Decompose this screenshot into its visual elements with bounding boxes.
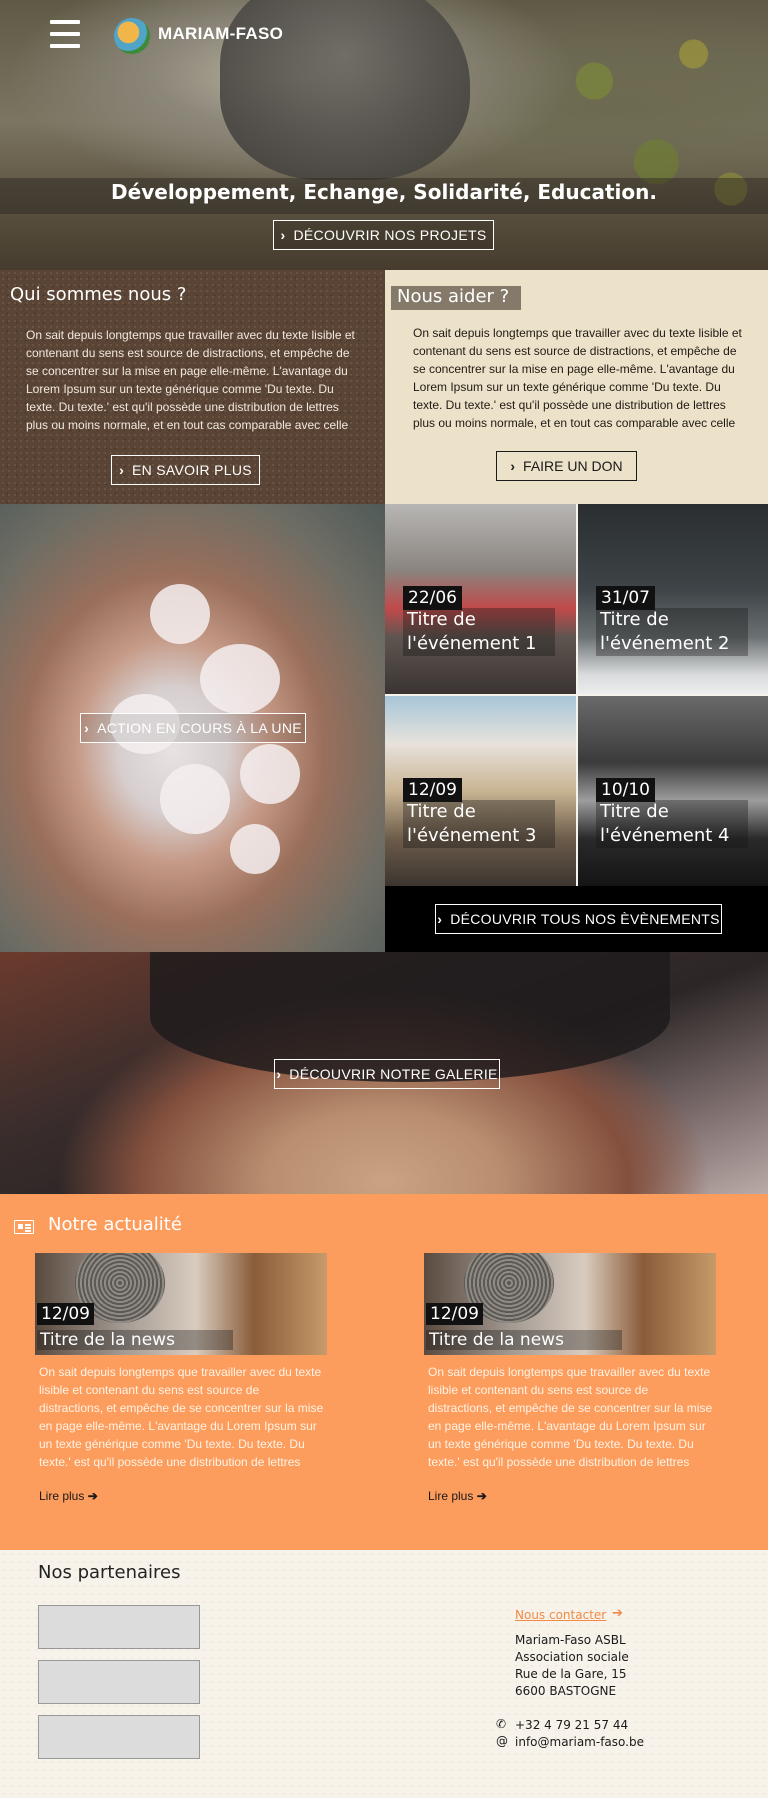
hero-image-leaves: [520, 0, 768, 270]
event-date: 12/09: [403, 778, 462, 802]
newspaper-icon: [14, 1220, 34, 1234]
chevron-right-icon: ›: [84, 720, 90, 736]
event-date: 10/10: [596, 778, 655, 802]
phone-icon: ✆: [496, 1717, 507, 1731]
event-date: 31/07: [596, 586, 655, 610]
event-card-2[interactable]: 31/07 Titre de l'événement 2: [578, 504, 768, 694]
read-more-link[interactable]: Lire plus ➔: [39, 1489, 98, 1503]
help-title: Nous aider ?: [397, 286, 510, 307]
news-title: Notre actualité: [48, 1214, 182, 1235]
who-are-we-section: Qui sommes nous ? On sait depuis longtem…: [0, 270, 385, 504]
chevron-right-icon: ›: [276, 1066, 282, 1082]
address-line: Mariam-Faso ASBL: [515, 1633, 626, 1647]
hamburger-icon[interactable]: [50, 20, 80, 52]
discover-projects-button[interactable]: › DÉCOUVRIR NOS PROJETS: [273, 220, 494, 250]
arrow-right-icon[interactable]: ➔: [612, 1606, 623, 1621]
event-title: Titre de l'événement 3: [403, 800, 555, 848]
news-date: 12/09: [426, 1303, 483, 1325]
address-line: Rue de la Gare, 15: [515, 1667, 627, 1681]
help-us-section: Nous aider ? On sait depuis longtemps qu…: [385, 270, 768, 504]
gallery-banner[interactable]: › DÉCOUVRIR NOTRE GALERIE: [0, 952, 768, 1194]
partner-logo[interactable]: [38, 1660, 200, 1704]
event-title: Titre de l'événement 4: [596, 800, 748, 848]
chevron-right-icon: ›: [510, 458, 516, 474]
partners-title: Nos partenaires: [38, 1562, 181, 1583]
news-date: 12/09: [37, 1303, 94, 1325]
flower-petal: [160, 764, 230, 834]
donate-button[interactable]: › FAIRE UN DON: [496, 451, 637, 481]
chevron-right-icon: ›: [119, 462, 125, 478]
partner-logo[interactable]: [38, 1605, 200, 1649]
news-item-title: Titre de la news: [426, 1330, 622, 1350]
email-address[interactable]: info@mariam-faso.be: [515, 1734, 644, 1751]
featured-action-button[interactable]: › ACTION EN COURS À LA UNE: [80, 713, 306, 743]
flower-petal: [150, 584, 210, 644]
all-events-button[interactable]: › DÉCOUVRIR TOUS NOS ÈVÈNEMENTS: [435, 904, 722, 934]
arrow-right-icon: ➔: [476, 1489, 487, 1503]
hero-tagline: Développement, Echange, Solidarité, Educ…: [111, 180, 657, 204]
at-icon: @: [496, 1734, 508, 1748]
address-line: Association sociale: [515, 1650, 629, 1664]
gallery-button[interactable]: › DÉCOUVRIR NOTRE GALERIE: [274, 1059, 500, 1089]
flower-petal: [200, 644, 280, 714]
event-card-3[interactable]: 12/09 Titre de l'événement 3: [385, 696, 576, 886]
read-more-link[interactable]: Lire plus ➔: [428, 1489, 487, 1503]
flower-petal: [240, 744, 300, 804]
contact-link[interactable]: Nous contacter: [515, 1608, 606, 1622]
learn-more-button[interactable]: › EN SAVOIR PLUS: [111, 455, 260, 485]
news-text: On sait depuis longtemps que travailler …: [39, 1365, 324, 1469]
brand-name[interactable]: MARIAM-FASO: [158, 24, 283, 44]
event-card-1[interactable]: 22/06 Titre de l'événement 1: [385, 504, 576, 694]
featured-action-panel[interactable]: › ACTION EN COURS À LA UNE: [0, 504, 385, 952]
who-text: On sait depuis longtemps que travailler …: [26, 328, 355, 432]
event-title: Titre de l'événement 2: [596, 608, 748, 656]
arrow-right-icon: ➔: [87, 1489, 98, 1503]
chevron-right-icon: ›: [280, 227, 286, 243]
hero-banner: MARIAM-FASO Développement, Echange, Soli…: [0, 0, 768, 270]
logo-icon[interactable]: [114, 18, 150, 54]
address-line: 6600 BASTOGNE: [515, 1684, 617, 1698]
phone-number[interactable]: +32 4 79 21 57 44: [515, 1717, 628, 1734]
footer: Nos partenaires Nous contacter ➔ Mariam-…: [0, 1550, 768, 1798]
news-text: On sait depuis longtemps que travailler …: [428, 1365, 713, 1469]
events-footer: › DÉCOUVRIR TOUS NOS ÈVÈNEMENTS: [385, 886, 768, 952]
news-section: Notre actualité 12/09 Titre de la news O…: [0, 1194, 768, 1550]
who-title: Qui sommes nous ?: [10, 284, 187, 305]
event-title: Titre de l'événement 1: [403, 608, 555, 656]
event-card-4[interactable]: 10/10 Titre de l'événement 4: [578, 696, 768, 886]
news-item-title: Titre de la news: [37, 1330, 233, 1350]
event-date: 22/06: [403, 586, 462, 610]
help-text: On sait depuis longtemps que travailler …: [413, 326, 742, 430]
partner-logo[interactable]: [38, 1715, 200, 1759]
flower-petal: [230, 824, 280, 874]
chevron-right-icon: ›: [437, 911, 443, 927]
